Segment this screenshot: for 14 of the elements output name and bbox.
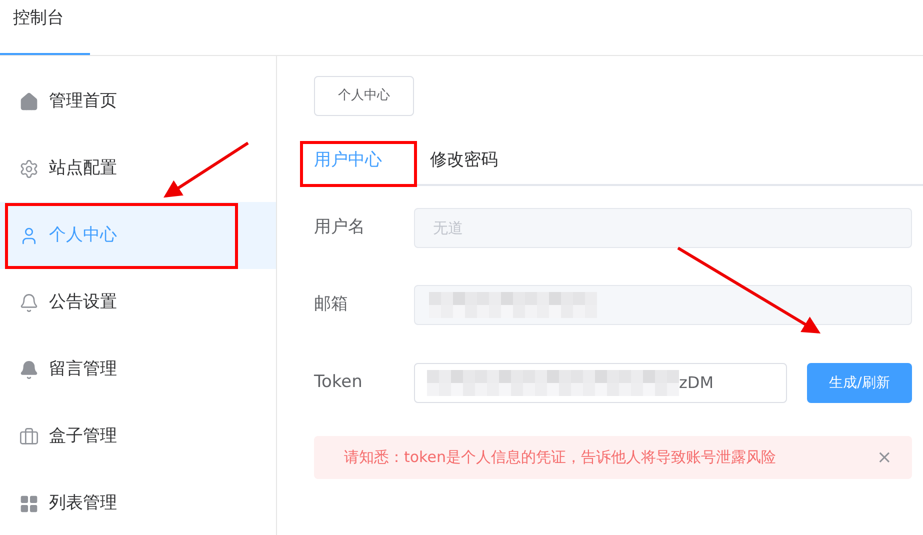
sidebar-item[interactable]: 列表管理 — [0, 470, 276, 535]
header-tab[interactable]: 控制台 — [0, 0, 90, 55]
field-label: Token — [314, 371, 364, 394]
alert-text: 请知悉：token是个人信息的凭证，告诉他人将导致账号泄露风险 — [344, 447, 777, 468]
sidebar-item[interactable]: 站点配置 — [0, 135, 276, 202]
field-label: 用户名 — [314, 216, 366, 240]
token-field[interactable]: zDM — [414, 363, 787, 403]
sidebar-item[interactable]: 盒子管理 — [0, 403, 276, 470]
sidebar-item[interactable]: 管理首页 — [0, 68, 276, 135]
field-label: 邮箱 — [314, 293, 349, 316]
page-tag[interactable]: 个人中心 — [314, 76, 414, 116]
tab[interactable]: 修改密码 — [416, 140, 512, 184]
sidebar-item[interactable]: 留言管理 — [0, 336, 276, 403]
sidebar-item[interactable]: 公告设置 — [0, 269, 276, 336]
